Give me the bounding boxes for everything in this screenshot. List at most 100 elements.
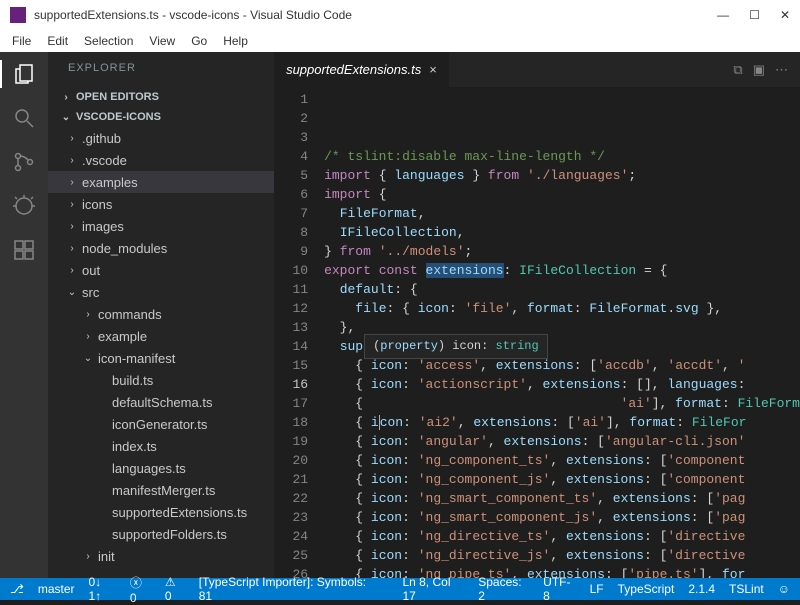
tree-item[interactable]: ›.vscode bbox=[48, 149, 274, 171]
files-icon[interactable] bbox=[0, 60, 48, 88]
tree-item[interactable]: ›example bbox=[48, 325, 274, 347]
source-control-branch-icon[interactable]: ⎇ bbox=[10, 582, 24, 596]
chevron-down-icon: ⌄ bbox=[66, 287, 78, 298]
git-sync[interactable]: 0↓ 1↑ bbox=[89, 575, 116, 603]
tree-item[interactable]: manifestMerger.ts bbox=[48, 479, 274, 501]
code-line[interactable]: { 'ai'], format: FileForm bbox=[324, 394, 800, 413]
tree-label: defaultSchema.ts bbox=[112, 395, 212, 410]
tree-label: .github bbox=[82, 131, 121, 146]
tree-item[interactable]: ›commands bbox=[48, 303, 274, 325]
project-section[interactable]: ⌄VSCODE-ICONS bbox=[48, 107, 274, 127]
code-line[interactable]: { icon: 'ng_component_js', extensions: [… bbox=[324, 470, 800, 489]
code-line[interactable]: } from '../models'; bbox=[324, 242, 800, 261]
code-line[interactable]: { icon: 'ai2', extensions: ['ai'], forma… bbox=[324, 413, 800, 432]
menu-selection[interactable]: Selection bbox=[78, 32, 139, 50]
code-editor[interactable]: 1234567891011121314151617181920212223242… bbox=[274, 87, 800, 578]
git-branch[interactable]: master bbox=[38, 582, 75, 596]
tree-item[interactable]: supportedExtensions.ts bbox=[48, 501, 274, 523]
tree-label: node_modules bbox=[82, 241, 167, 256]
open-editors-section[interactable]: ›OPEN EDITORS bbox=[48, 87, 274, 107]
tree-label: out bbox=[82, 263, 100, 278]
source-control-icon[interactable] bbox=[10, 148, 38, 176]
maximize-button[interactable]: ☐ bbox=[749, 8, 760, 22]
tree-item[interactable]: languages.ts bbox=[48, 457, 274, 479]
tree-item[interactable]: index.ts bbox=[48, 435, 274, 457]
cursor-position[interactable]: Ln 8, Col 17 bbox=[402, 575, 464, 603]
extensions-icon[interactable] bbox=[10, 236, 38, 264]
code-line[interactable]: { icon: 'ng_directive_js', extensions: [… bbox=[324, 546, 800, 565]
close-button[interactable]: ✕ bbox=[780, 8, 790, 22]
tab-bar: supportedExtensions.ts × ⧉ ▣ ⋯ bbox=[274, 52, 800, 87]
close-tab-icon[interactable]: × bbox=[429, 62, 437, 77]
code-line[interactable]: default: { bbox=[324, 280, 800, 299]
code-line[interactable]: export const extensions: IFileCollection… bbox=[324, 261, 800, 280]
tree-label: .vscode bbox=[82, 153, 127, 168]
minimize-button[interactable]: — bbox=[717, 8, 729, 22]
menu-go[interactable]: Go bbox=[185, 32, 213, 50]
search-icon[interactable] bbox=[10, 104, 38, 132]
ts-importer-status[interactable]: [TypeScript Importer]: Symbols: 81 bbox=[199, 575, 375, 603]
encoding-status[interactable]: UTF-8 bbox=[543, 575, 575, 603]
code-line[interactable]: IFileCollection, bbox=[324, 223, 800, 242]
line-number: 26 bbox=[274, 565, 308, 578]
code-line[interactable]: import { bbox=[324, 185, 800, 204]
eol-status[interactable]: LF bbox=[590, 582, 604, 596]
line-number: 3 bbox=[274, 128, 308, 147]
chevron-right-icon: › bbox=[66, 177, 78, 188]
chevron-right-icon: › bbox=[60, 92, 72, 103]
window-title: supportedExtensions.ts - vscode-icons - … bbox=[34, 8, 717, 22]
code-line[interactable]: { icon: 'ng_pipe_ts', extensions: ['pipe… bbox=[324, 565, 800, 578]
tree-label: icons bbox=[82, 197, 112, 212]
tree-item[interactable]: iconGenerator.ts bbox=[48, 413, 274, 435]
line-number: 10 bbox=[274, 261, 308, 280]
editor-tab[interactable]: supportedExtensions.ts × bbox=[274, 52, 449, 87]
menu-edit[interactable]: Edit bbox=[41, 32, 74, 50]
tree-item[interactable]: build.ts bbox=[48, 369, 274, 391]
code-line[interactable]: { icon: 'angular', extensions: ['angular… bbox=[324, 432, 800, 451]
line-number: 16 bbox=[274, 375, 308, 394]
code-line[interactable]: { icon: 'ng_smart_component_ts', extensi… bbox=[324, 489, 800, 508]
line-number: 23 bbox=[274, 508, 308, 527]
menu-help[interactable]: Help bbox=[217, 32, 254, 50]
debug-icon[interactable] bbox=[10, 192, 38, 220]
tree-label: src bbox=[82, 285, 99, 300]
chevron-right-icon: › bbox=[66, 199, 78, 210]
code-line[interactable]: { icon: 'ng_directive_ts', extensions: [… bbox=[324, 527, 800, 546]
tree-item[interactable]: › examples bbox=[48, 171, 274, 193]
code-line[interactable]: { icon: 'ng_component_ts', extensions: [… bbox=[324, 451, 800, 470]
tslint-status[interactable]: TSLint bbox=[729, 582, 764, 596]
tree-item[interactable]: ›images bbox=[48, 215, 274, 237]
ts-version[interactable]: 2.1.4 bbox=[688, 582, 715, 596]
sidebar: EXPLORER ›OPEN EDITORS ⌄VSCODE-ICONS ›.g… bbox=[48, 52, 274, 578]
tree-item[interactable]: › icons bbox=[48, 193, 274, 215]
tree-item[interactable]: ›out bbox=[48, 259, 274, 281]
indent-status[interactable]: Spaces: 2 bbox=[478, 575, 529, 603]
tree-label: example bbox=[98, 329, 147, 344]
code-line[interactable]: { icon: 'actionscript', extensions: [], … bbox=[324, 375, 800, 394]
line-number: 5 bbox=[274, 166, 308, 185]
code-line[interactable]: FileFormat, bbox=[324, 204, 800, 223]
tree-label: manifestMerger.ts bbox=[112, 483, 215, 498]
tree-item[interactable]: supportedFolders.ts bbox=[48, 523, 274, 545]
tree-label: supportedFolders.ts bbox=[112, 527, 227, 542]
language-status[interactable]: TypeScript bbox=[618, 582, 675, 596]
code-line[interactable]: /* tslint:disable max-line-length */ bbox=[324, 147, 800, 166]
warnings-count[interactable]: ⚠ 0 bbox=[165, 575, 185, 603]
split-editor-icon[interactable]: ⧉ bbox=[733, 62, 742, 78]
tree-item[interactable]: ⌄icon-manifest bbox=[48, 347, 274, 369]
menu-file[interactable]: File bbox=[6, 32, 37, 50]
tree-label: examples bbox=[82, 175, 138, 190]
code-line[interactable]: import { languages } from './languages'; bbox=[324, 166, 800, 185]
code-line[interactable]: file: { icon: 'file', format: FileFormat… bbox=[324, 299, 800, 318]
tree-item[interactable]: ›.github bbox=[48, 127, 274, 149]
toggle-panel-icon[interactable]: ▣ bbox=[753, 62, 765, 78]
tree-item[interactable]: › node_modules bbox=[48, 237, 274, 259]
chevron-right-icon: › bbox=[66, 243, 78, 254]
tree-item[interactable]: defaultSchema.ts bbox=[48, 391, 274, 413]
menu-view[interactable]: View bbox=[143, 32, 181, 50]
code-line[interactable]: { icon: 'ng_smart_component_js', extensi… bbox=[324, 508, 800, 527]
more-actions-icon[interactable]: ⋯ bbox=[775, 62, 788, 78]
tree-item[interactable]: ⌄ src bbox=[48, 281, 274, 303]
feedback-icon[interactable]: ☺ bbox=[778, 582, 790, 596]
tree-item[interactable]: ›init bbox=[48, 545, 274, 567]
